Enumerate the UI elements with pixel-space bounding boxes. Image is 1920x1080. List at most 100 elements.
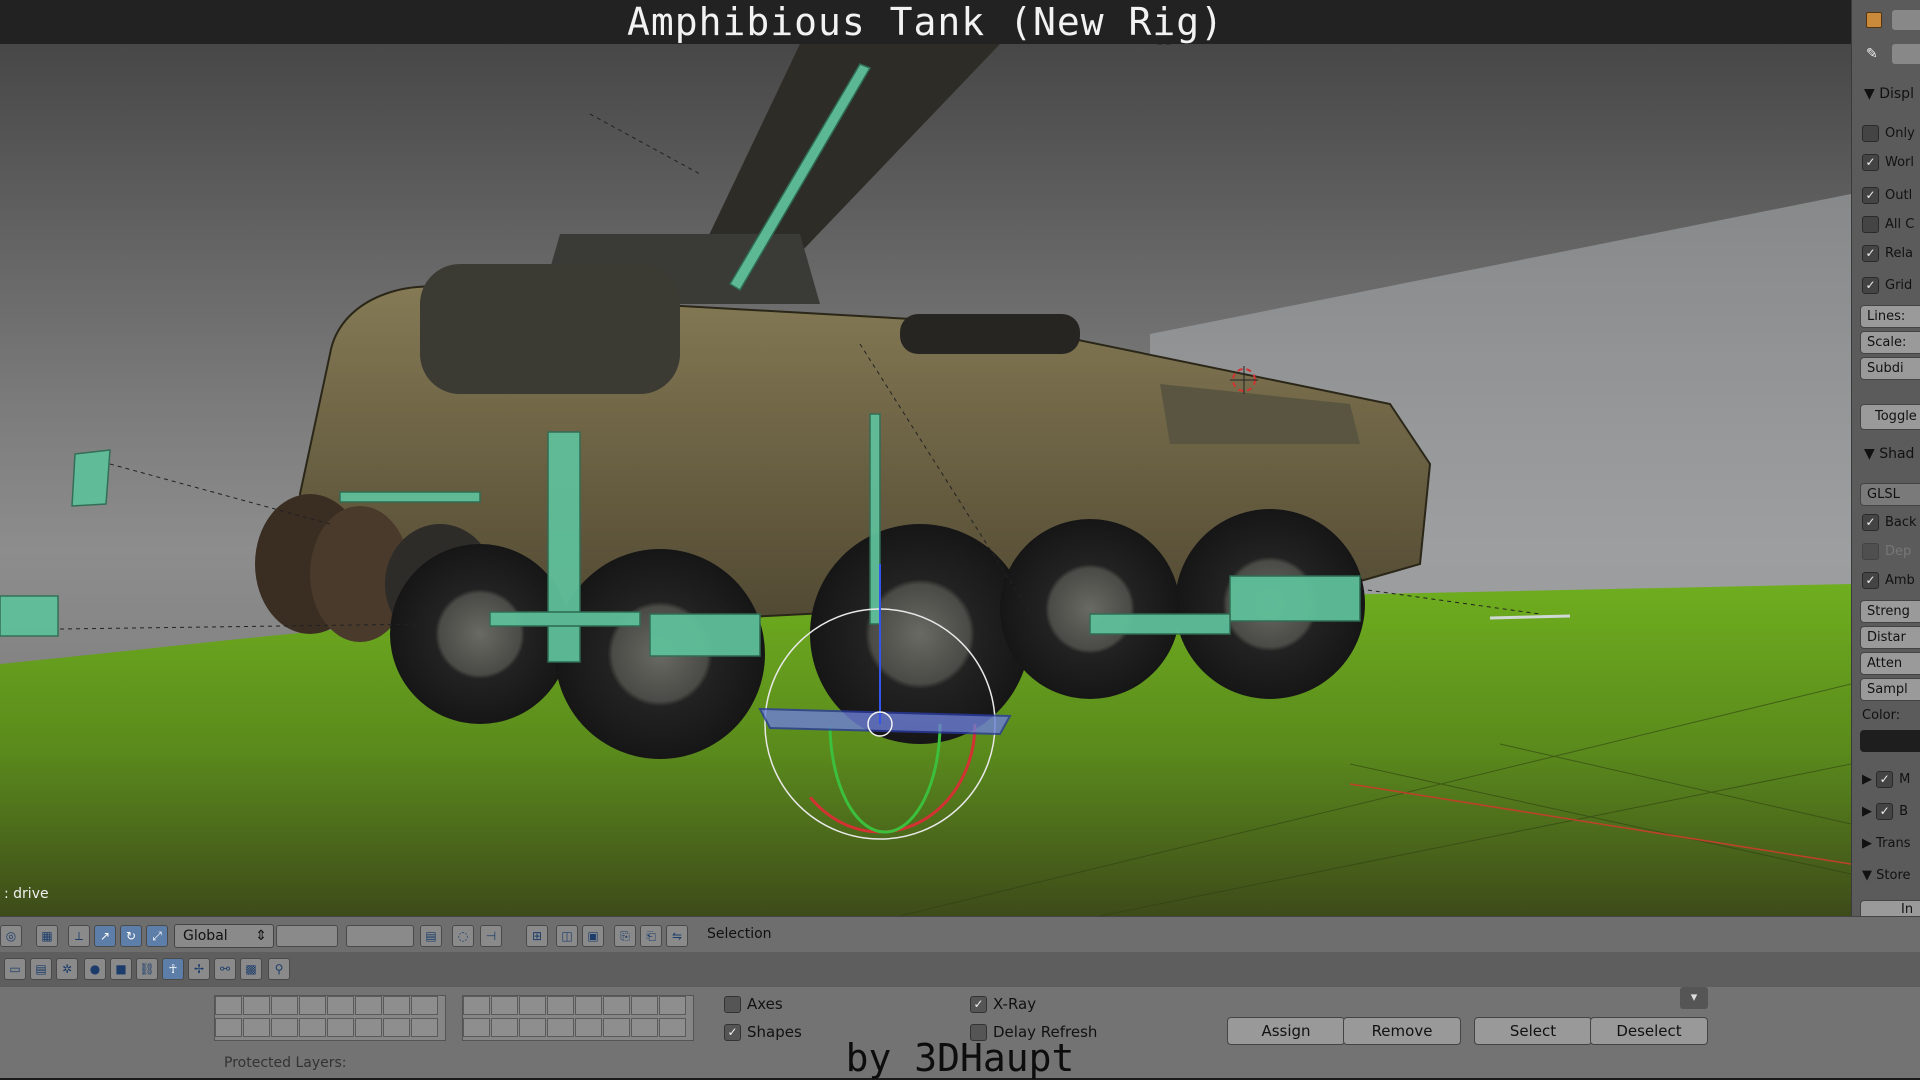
checkbox-world[interactable]: ✓: [1862, 154, 1879, 171]
layer-cell[interactable]: [355, 1018, 382, 1037]
lock-camera-icon[interactable]: ▤: [420, 925, 442, 947]
layer-cell[interactable]: [463, 996, 490, 1015]
render-animation-icon[interactable]: ▣: [582, 925, 604, 947]
layer-cell[interactable]: [355, 996, 382, 1015]
shading-mode-select[interactable]: GLSL: [1860, 483, 1920, 506]
layer-cell[interactable]: [547, 1018, 574, 1037]
transform-orientation-select[interactable]: Global ⇕: [174, 924, 274, 948]
layer-cell[interactable]: [491, 1018, 518, 1037]
shading-option-1[interactable]: Dep: [1862, 542, 1911, 562]
axes-option[interactable]: Axes: [724, 995, 783, 1013]
data-name-field[interactable]: [1892, 44, 1920, 64]
subsection-2[interactable]: ▶ Trans: [1862, 834, 1911, 854]
checkbox-shapes[interactable]: ✓: [724, 1024, 741, 1041]
properties-panel[interactable]: ✎ ▼ Displ Only ✓ Worl ✓ Outl All C ✓ Rela ✓…: [1851, 0, 1920, 916]
layer-buttons-group-2[interactable]: [346, 925, 414, 947]
display-option-3[interactable]: All C: [1862, 215, 1914, 235]
ao-strength-field[interactable]: Streng: [1860, 600, 1920, 623]
object-name-field[interactable]: [1892, 10, 1920, 30]
checkbox-subsection-m[interactable]: ✓: [1876, 771, 1894, 788]
layer-cell[interactable]: [383, 996, 410, 1015]
checkbox-all[interactable]: [1862, 216, 1879, 233]
section-display-header[interactable]: ▼ Displ: [1864, 86, 1914, 102]
physics-tab-icon[interactable]: ⚲: [268, 958, 290, 980]
grid-scale-field[interactable]: Scale:: [1860, 331, 1920, 354]
pin-icon[interactable]: ✎: [1866, 46, 1878, 62]
subsection-0[interactable]: ▶ ✓ M: [1862, 770, 1910, 790]
layer-cell[interactable]: [383, 1018, 410, 1037]
layer-cell[interactable]: [603, 996, 630, 1015]
checkbox-axes[interactable]: [724, 996, 741, 1013]
scene-tab-icon[interactable]: ✲: [56, 958, 78, 980]
texture-tab-icon[interactable]: ▩: [240, 958, 262, 980]
world-tab-icon[interactable]: ●: [84, 958, 106, 980]
layer-cell[interactable]: [547, 996, 574, 1015]
checkbox-only[interactable]: [1862, 125, 1879, 142]
ao-distance-field[interactable]: Distar: [1860, 626, 1920, 649]
layer-cell[interactable]: [631, 1018, 658, 1037]
manipulator-toggle-icon[interactable]: ⟂: [68, 925, 90, 947]
layer-cell[interactable]: [575, 996, 602, 1015]
ao-attenuation-field[interactable]: Atten: [1860, 652, 1920, 675]
translate-manipulator-icon[interactable]: ↗: [94, 925, 116, 947]
section-shading-header[interactable]: ▼ Shad: [1864, 446, 1914, 462]
copy-pose-icon[interactable]: ⎘: [614, 925, 636, 947]
subsection-1[interactable]: ▶ ✓ B: [1862, 802, 1908, 822]
delay-refresh-option[interactable]: Delay Refresh: [970, 1023, 1097, 1041]
checkbox-xray[interactable]: ✓: [970, 996, 987, 1013]
3d-viewport[interactable]: : drive: [0, 44, 1851, 916]
display-option-5[interactable]: ✓ Grid: [1862, 276, 1912, 296]
layer-cell[interactable]: [603, 1018, 630, 1037]
layer-cell[interactable]: [327, 1018, 354, 1037]
subsection-3[interactable]: ▼ Store: [1862, 866, 1911, 886]
scale-manipulator-icon[interactable]: ⤢: [146, 925, 168, 947]
rotate-manipulator-icon[interactable]: ↻: [120, 925, 142, 947]
viewport-header[interactable]: ◎ ▦ ⟂ ↗ ↻ ⤢ Global ⇕ ▤ ◌ ⊣ ⊞ ◫ ▣ ⎘ ⎗ ⇋ Se…: [0, 916, 1920, 954]
assign-button[interactable]: Assign: [1227, 1017, 1345, 1045]
display-option-2[interactable]: ✓ Outl: [1862, 186, 1912, 206]
layer-cell[interactable]: [271, 1018, 298, 1037]
object-tab-icon[interactable]: ■: [110, 958, 132, 980]
checkbox-grid[interactable]: ✓: [1862, 277, 1879, 294]
snap-element-icon[interactable]: ▦: [36, 925, 58, 947]
deselect-button[interactable]: Deselect: [1590, 1017, 1708, 1045]
ao-samples-field[interactable]: Sampl: [1860, 678, 1920, 701]
layer-buttons-group-1[interactable]: [276, 925, 338, 947]
layer-cell[interactable]: [243, 996, 270, 1015]
render-preview-icon[interactable]: ◫: [556, 925, 578, 947]
layer-cell[interactable]: [519, 996, 546, 1015]
layer-cell[interactable]: [631, 996, 658, 1015]
checkbox-delay-refresh[interactable]: [970, 1024, 987, 1041]
render-layers-tab-icon[interactable]: ▤: [30, 958, 52, 980]
constraints-tab-icon[interactable]: ⛓: [136, 958, 158, 980]
display-option-4[interactable]: ✓ Rela: [1862, 244, 1913, 264]
layer-cell[interactable]: [519, 1018, 546, 1037]
checkbox-outline[interactable]: ✓: [1862, 187, 1879, 204]
viewport-scene[interactable]: [0, 44, 1851, 916]
ao-color-swatch[interactable]: [1860, 730, 1920, 752]
layer-cell[interactable]: [271, 996, 298, 1015]
pivot-point-icon[interactable]: ◎: [0, 925, 22, 947]
layer-cell[interactable]: [575, 1018, 602, 1037]
paste-pose-icon[interactable]: ⎗: [640, 925, 662, 947]
properties-tabs-row[interactable]: ▭ ▤ ✲ ● ■ ⛓ ☥ ✢ ⚯ ▩ ⚲: [0, 952, 1920, 988]
layer-cell[interactable]: [491, 996, 518, 1015]
layer-cell[interactable]: [299, 996, 326, 1015]
layer-cell[interactable]: [463, 1018, 490, 1037]
layer-cell[interactable]: [243, 1018, 270, 1037]
layer-cell[interactable]: [215, 996, 242, 1015]
checkbox-backface[interactable]: ✓: [1862, 514, 1879, 531]
select-button[interactable]: Select: [1474, 1017, 1592, 1045]
layer-cell[interactable]: [299, 1018, 326, 1037]
checkbox-relationship[interactable]: ✓: [1862, 245, 1879, 262]
toggle-quad-view-button[interactable]: Toggle: [1860, 404, 1920, 430]
snap-toggle-icon[interactable]: ⊣: [480, 925, 502, 947]
grid-lines-field[interactable]: Lines:: [1860, 305, 1920, 328]
checkbox-subsection-b[interactable]: ✓: [1876, 803, 1894, 820]
layer-cell[interactable]: [659, 1018, 686, 1037]
armature-data-tab-icon[interactable]: ☥: [162, 958, 184, 980]
shapes-option[interactable]: ✓ Shapes: [724, 1023, 802, 1041]
armature-properties[interactable]: Protected Layers: Axes ✓ Shapes ✓ X-Ray De…: [0, 987, 1920, 1078]
render-tab-icon[interactable]: ▭: [4, 958, 26, 980]
checkbox-depth[interactable]: [1862, 543, 1879, 560]
